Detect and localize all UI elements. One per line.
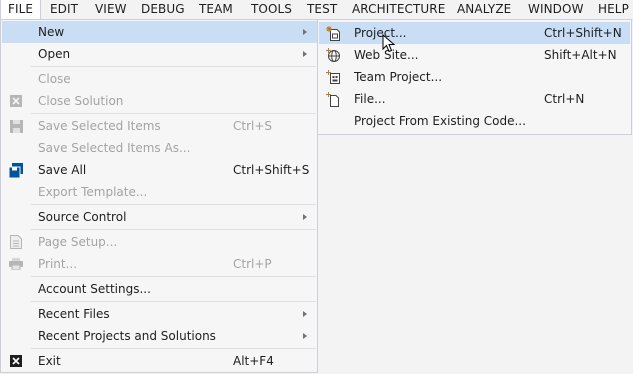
submenu-item-team-project[interactable]: Team Project... [319,66,630,88]
menu-item-label: Export Template... [38,185,148,199]
submenu-item-project[interactable]: Project... Ctrl+Shift+N [319,22,630,44]
close-solution-icon [8,93,24,109]
menu-item-label: Save All [38,163,87,177]
menu-analyze[interactable]: ANALYZE [450,0,518,19]
menu-item-shortcut: Alt+F4 [233,354,274,368]
submenu-arrow-icon [303,214,307,220]
submenu-arrow-icon [303,29,307,35]
menu-view[interactable]: VIEW [88,0,134,19]
menu-bar: FILE EDIT VIEW DEBUG TEAM TOOLS TEST ARC… [0,0,633,20]
menu-item-label: Print... [38,257,78,271]
menu-item-new[interactable]: New [2,21,317,43]
menu-item-page-setup[interactable]: Page Setup... [2,231,317,253]
menu-item-label: Exit [38,354,61,368]
menu-item-save-selected-as[interactable]: Save Selected Items As... [2,137,317,159]
menu-item-label: Close Solution [38,94,124,108]
menu-file[interactable]: FILE [0,0,42,19]
new-file-icon [325,91,341,107]
menu-item-source-control[interactable]: Source Control [2,206,317,228]
menu-item-close-solution[interactable]: Close Solution [2,90,317,112]
team-project-icon [325,69,341,85]
menu-help[interactable]: HELP [591,0,633,19]
web-site-icon [325,47,341,63]
menu-separator [31,229,316,230]
menu-item-label: Recent Projects and Solutions [38,329,216,343]
menu-item-label: Source Control [38,210,127,224]
menu-item-export-template[interactable]: Export Template... [2,181,317,203]
menu-item-label: Save Selected Items As... [38,141,191,155]
save-all-icon [8,162,24,178]
menu-item-shortcut: Ctrl+S [233,119,273,133]
submenu-item-label: File... [354,92,386,106]
menu-test[interactable]: TEST [300,0,344,19]
menu-item-label: Open [38,47,71,61]
menu-item-print[interactable]: Print... Ctrl+P [2,253,317,275]
menu-separator [31,301,316,302]
submenu-arrow-icon [303,333,307,339]
menu-window[interactable]: WINDOW [521,0,591,19]
menu-item-shortcut: Ctrl+P [233,257,272,271]
menu-item-label: Close [38,72,71,86]
printer-icon [8,256,24,272]
menu-item-exit[interactable]: Exit Alt+F4 [2,350,317,372]
menu-item-save-selected[interactable]: Save Selected Items Ctrl+S [2,115,317,137]
new-project-icon [325,25,341,41]
menu-separator [31,204,316,205]
menu-debug[interactable]: DEBUG [134,0,192,19]
menu-separator [31,276,316,277]
menu-item-save-all[interactable]: Save All Ctrl+Shift+S [2,159,317,181]
menu-item-label: Account Settings... [38,282,151,296]
submenu-item-shortcut: Ctrl+Shift+N [544,26,622,40]
submenu-item-shortcut: Shift+Alt+N [544,48,617,62]
menu-item-recent-projects[interactable]: Recent Projects and Solutions [2,325,317,347]
save-icon [8,118,24,134]
submenu-arrow-icon [303,51,307,57]
menu-item-shortcut: Ctrl+Shift+S [233,163,310,177]
submenu-item-project-from-existing-code[interactable]: Project From Existing Code... [319,110,630,132]
menu-item-close[interactable]: Close [2,68,317,90]
new-submenu: Project... Ctrl+Shift+N Web Site... Shif… [317,19,632,135]
menu-tools[interactable]: TOOLS [244,0,299,19]
page-setup-icon [8,234,24,250]
menu-team[interactable]: TEAM [192,0,240,19]
submenu-item-label: Team Project... [354,70,443,84]
menu-item-open[interactable]: Open [2,43,317,65]
submenu-item-label: Project From Existing Code... [354,114,526,128]
menu-item-label: Recent Files [38,307,110,321]
menu-separator [31,66,316,67]
menu-item-label: Page Setup... [38,235,118,249]
menu-separator [31,348,316,349]
menu-architecture[interactable]: ARCHITECTURE [345,0,452,19]
submenu-item-file[interactable]: File... Ctrl+N [319,88,630,110]
menu-edit[interactable]: EDIT [43,0,85,19]
menu-item-label: New [38,25,65,39]
mouse-cursor-icon [382,34,396,53]
submenu-item-label: Project... [354,26,407,40]
menu-item-recent-files[interactable]: Recent Files [2,303,317,325]
menu-separator [31,113,316,114]
submenu-arrow-icon [303,311,307,317]
file-menu-dropdown: New Open Close Close Solution Save Selec… [0,19,318,373]
exit-icon [8,353,24,369]
menu-item-label: Save Selected Items [38,119,161,133]
submenu-item-shortcut: Ctrl+N [544,92,585,106]
submenu-item-web-site[interactable]: Web Site... Shift+Alt+N [319,44,630,66]
menu-item-account-settings[interactable]: Account Settings... [2,278,317,300]
